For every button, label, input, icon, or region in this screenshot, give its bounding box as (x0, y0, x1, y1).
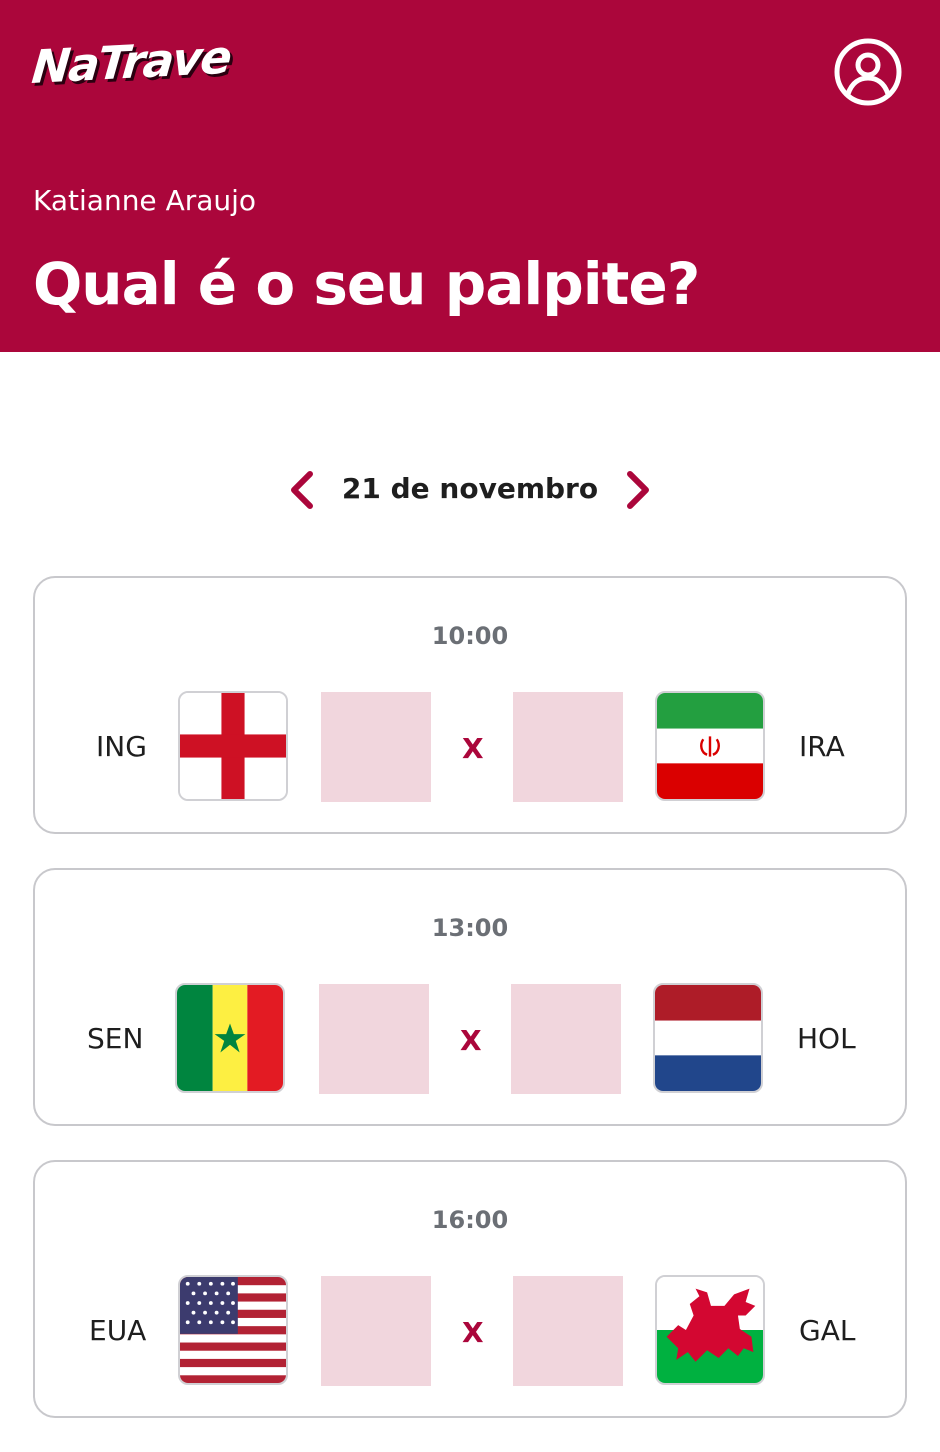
match-card: 10:00 ING X IRA (33, 576, 907, 834)
match-card: 13:00 SEN X HOL (33, 868, 907, 1126)
user-circle-icon (834, 38, 902, 106)
current-date: 21 de novembro (341, 472, 599, 505)
away-team-code: HOL (797, 1022, 856, 1055)
wales-flag-icon (655, 1275, 765, 1385)
next-date-button[interactable] (616, 466, 660, 514)
england-flag-icon (178, 691, 288, 801)
versus-label: X (460, 1024, 482, 1057)
previous-date-button[interactable] (280, 466, 324, 514)
versus-label: X (462, 732, 484, 765)
profile-button[interactable] (834, 38, 902, 106)
app-header: NaTrave Katianne Araujo Qual é o seu pal… (0, 0, 940, 352)
home-score-input[interactable] (321, 1276, 431, 1386)
home-team-code: SEN (87, 1022, 144, 1055)
home-team-code: EUA (89, 1314, 147, 1347)
versus-label: X (462, 1316, 484, 1349)
netherlands-flag-icon (653, 983, 763, 1093)
match-time: 13:00 (431, 914, 509, 942)
user-name: Katianne Araujo (33, 184, 257, 217)
home-score-input[interactable] (321, 692, 431, 802)
date-navigator: 21 de novembro (0, 462, 940, 518)
home-score-input[interactable] (319, 984, 429, 1094)
away-score-input[interactable] (513, 1276, 623, 1386)
page-title: Qual é o seu palpite? (33, 250, 700, 318)
away-score-input[interactable] (513, 692, 623, 802)
away-team-code: IRA (799, 730, 845, 763)
iran-flag-icon (655, 691, 765, 801)
match-time: 10:00 (431, 622, 509, 650)
usa-flag-icon (178, 1275, 288, 1385)
chevron-right-icon (627, 471, 649, 509)
app-logo[interactable]: NaTrave (30, 30, 233, 94)
away-score-input[interactable] (511, 984, 621, 1094)
away-team-code: GAL (799, 1314, 856, 1347)
home-team-code: ING (96, 730, 147, 763)
chevron-left-icon (291, 471, 313, 509)
match-time: 16:00 (431, 1206, 509, 1234)
match-card: 16:00 EUA X GAL (33, 1160, 907, 1418)
senegal-flag-icon (175, 983, 285, 1093)
